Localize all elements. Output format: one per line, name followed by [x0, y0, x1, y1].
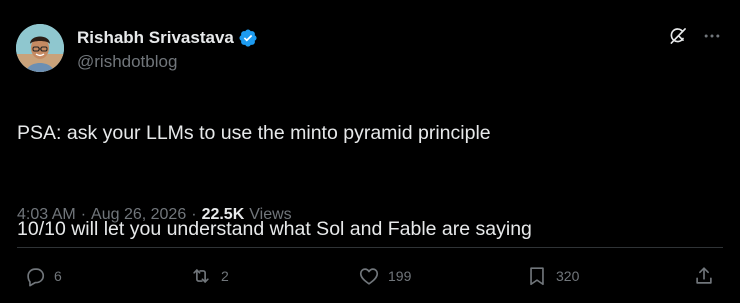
share-button[interactable] — [693, 265, 715, 287]
grok-icon[interactable] — [668, 26, 688, 46]
bookmark-icon — [530, 267, 544, 286]
tweet-top-actions — [668, 26, 722, 46]
views-label: Views — [249, 206, 292, 223]
reply-count: 6 — [54, 268, 62, 284]
tweet-date[interactable]: Aug 26, 2026 — [91, 206, 186, 224]
tweet-time[interactable]: 4:03 AM — [17, 206, 76, 224]
avatar[interactable] — [16, 24, 64, 72]
bookmark-count: 320 — [556, 268, 580, 284]
heart-icon — [359, 268, 379, 285]
reply-icon — [27, 268, 45, 287]
author-display-name[interactable]: Rishabh Srivastava — [77, 28, 234, 48]
author-handle[interactable]: @rishdotblog — [77, 52, 177, 72]
repost-icon — [193, 269, 209, 283]
tweet-text: PSA: ask your LLMs to use the minto pyra… — [17, 97, 717, 265]
meta-separator: · — [191, 206, 197, 223]
repost-button[interactable]: 2 — [189, 265, 229, 287]
action-bar: 6 2 199 320 — [0, 265, 740, 291]
divider — [17, 247, 723, 248]
repost-count: 2 — [221, 268, 229, 284]
share-icon — [696, 267, 712, 284]
like-button[interactable]: 199 — [358, 265, 411, 287]
bookmark-button[interactable]: 320 — [526, 265, 579, 287]
verified-badge-icon[interactable] — [238, 28, 258, 48]
tweet-meta: 4:03 AM · Aug 26, 2026 · 22.5K Views — [17, 206, 292, 224]
avatar-photo-icon — [16, 24, 64, 72]
views-count[interactable]: 22.5K — [202, 206, 245, 224]
meta-separator: · — [80, 206, 87, 223]
author-name-row: Rishabh Srivastava — [77, 28, 258, 48]
tweet-text-line: PSA: ask your LLMs to use the minto pyra… — [17, 122, 491, 144]
like-count: 199 — [388, 268, 412, 284]
more-icon[interactable] — [702, 26, 722, 46]
reply-button[interactable]: 6 — [24, 265, 62, 287]
